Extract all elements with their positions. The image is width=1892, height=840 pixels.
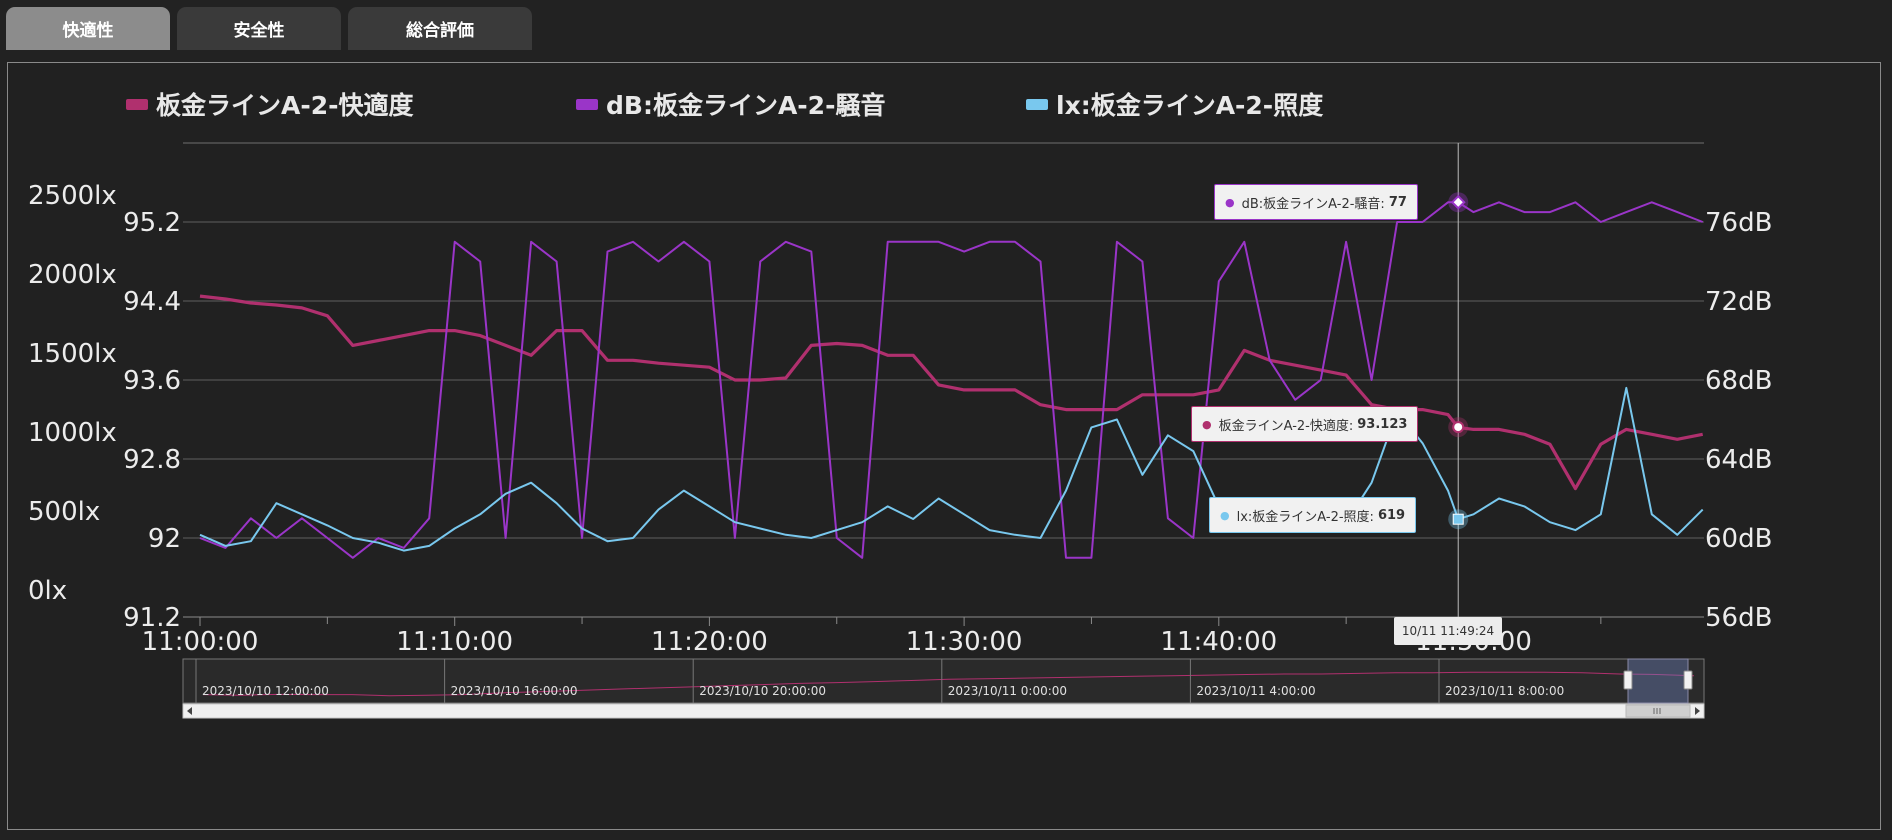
y-tick-label-db: 56dB: [1705, 603, 1772, 633]
tooltip-comfort-dot: ●: [1202, 417, 1212, 431]
y-tick-label-db: 64dB: [1705, 445, 1772, 475]
navigator-selected-range[interactable]: [1627, 658, 1689, 704]
scrollbar-track: [182, 703, 1705, 719]
tooltip-lux-dot: ●: [1220, 508, 1230, 522]
series-line-comfort: [199, 294, 1704, 491]
tooltip-comfort-value: 93.123: [1357, 416, 1408, 432]
navigator-label: 2023/10/11 4:00:00: [1196, 684, 1315, 698]
y-tick-label-db: 68dB: [1705, 366, 1772, 396]
tooltip-time: 10/11 11:49:24: [1394, 617, 1502, 645]
y-tick-label-comfort: 95.2: [123, 208, 181, 238]
hover-marker-lux: [1452, 513, 1464, 525]
y-tick-label-comfort: 94.4: [123, 287, 181, 317]
y-tick-label-db: 72dB: [1705, 287, 1772, 317]
tooltip-comfort: ● 板金ラインA-2-快適度: 93.123: [1191, 406, 1419, 442]
x-tick-label: 11:10:00: [396, 627, 513, 657]
tooltip-lux: ● lx:板金ラインA-2-照度: 619: [1209, 497, 1417, 533]
y-tick-label-comfort: 93.6: [123, 366, 181, 396]
line-chart[interactable]: 91.20lx56dB92500lx60dB92.81000lx64dB93.6…: [0, 0, 1892, 840]
y-tick-label-comfort: 92: [148, 524, 181, 554]
y-tick-label-lux: 2500lx: [28, 181, 117, 211]
tooltip-noise-label: dB:板金ラインA-2-騒音:: [1241, 196, 1385, 212]
y-tick-label-lux: 0lx: [28, 576, 67, 606]
hover-marker-comfort: [1452, 421, 1465, 434]
navigator-label: 2023/10/11 0:00:00: [948, 684, 1067, 698]
tooltip-lux-label: lx:板金ラインA-2-照度:: [1236, 509, 1374, 525]
tooltip-noise-dot: ●: [1225, 195, 1235, 209]
y-tick-label-lux: 500lx: [28, 497, 100, 527]
y-tick-label-lux: 1000lx: [28, 418, 117, 448]
navigator-handle-left[interactable]: [1623, 670, 1633, 690]
scrollbar-thumb[interactable]: [1625, 704, 1691, 718]
tooltip-comfort-label: 板金ラインA-2-快適度:: [1218, 418, 1354, 434]
y-tick-label-db: 76dB: [1705, 208, 1772, 238]
tooltip-noise: ● dB:板金ラインA-2-騒音: 77: [1214, 184, 1418, 220]
y-tick-label-comfort: 92.8: [123, 445, 181, 475]
y-tick-label-lux: 2000lx: [28, 260, 117, 290]
x-tick-label: 11:30:00: [906, 627, 1023, 657]
series-line-lux: [199, 386, 1704, 552]
navigator-label: 2023/10/10 16:00:00: [451, 684, 578, 698]
navigator-label: 2023/10/10 20:00:00: [699, 684, 826, 698]
tooltip-lux-value: 619: [1377, 507, 1406, 523]
tooltip-noise-value: 77: [1388, 194, 1407, 210]
navigator-label: 2023/10/10 12:00:00: [202, 684, 329, 698]
navigator-handle-right[interactable]: [1683, 670, 1693, 690]
x-tick-label: 11:20:00: [651, 627, 768, 657]
y-tick-label-lux: 1500lx: [28, 339, 117, 369]
navigator-label: 2023/10/11 8:00:00: [1445, 684, 1564, 698]
x-tick-label: 11:00:00: [142, 627, 259, 657]
x-tick-label: 11:40:00: [1160, 627, 1277, 657]
y-tick-label-db: 60dB: [1705, 524, 1772, 554]
